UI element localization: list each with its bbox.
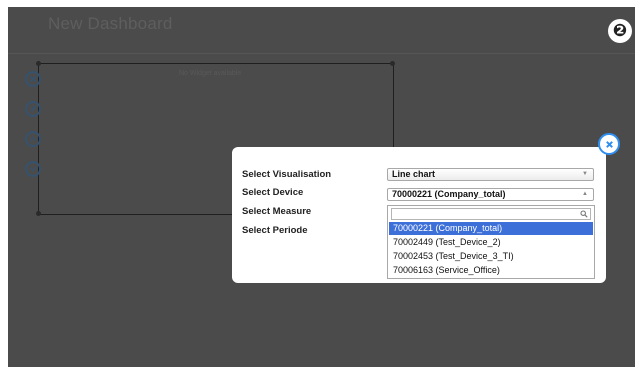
device-dropdown: 70000221 (Company_total) 70002449 (Test_… xyxy=(387,205,595,279)
visualisation-select[interactable]: Line chart ▼ xyxy=(387,168,594,181)
device-option[interactable]: 70002449 (Test_Device_2) xyxy=(389,236,593,249)
title-divider xyxy=(8,53,635,54)
close-icon xyxy=(30,76,36,82)
page-title: New Dashboard xyxy=(48,14,173,33)
device-option[interactable]: 70002453 (Test_Device_3_TI) xyxy=(389,250,593,263)
remove-widget-button[interactable] xyxy=(25,71,41,87)
visualisation-value: Line chart xyxy=(392,169,436,179)
widget-placeholder-text: No Widget available xyxy=(179,70,242,77)
close-icon xyxy=(605,140,613,148)
device-value: 70000221 (Company_total) xyxy=(392,189,506,199)
device-select[interactable]: 70000221 (Company_total) ▲ xyxy=(387,188,594,201)
step-number-badge: ❷ xyxy=(608,19,632,43)
periode-label: Select Periode xyxy=(242,225,308,236)
measure-label: Select Measure xyxy=(242,206,312,217)
move-up-button[interactable] xyxy=(25,131,41,147)
device-option[interactable]: 70000221 (Company_total) xyxy=(389,222,593,235)
visualisation-label: Select Visualisation xyxy=(242,169,332,180)
edit-widget-button[interactable] xyxy=(25,101,41,117)
device-option[interactable]: 70006163 (Service_Office) xyxy=(389,264,593,277)
move-down-button[interactable] xyxy=(25,161,41,177)
widget-resize-handle[interactable] xyxy=(390,61,395,66)
widget-settings-dialog: Select Visualisation Line chart ▼ Select… xyxy=(232,147,606,283)
chevron-down-icon xyxy=(30,167,36,172)
widget-resize-handle[interactable] xyxy=(36,61,41,66)
chevron-down-icon: ▼ xyxy=(582,171,588,177)
close-dialog-button[interactable] xyxy=(598,133,620,155)
device-label: Select Device xyxy=(242,187,304,198)
chevron-up-icon: ▲ xyxy=(582,191,588,197)
chevron-up-icon xyxy=(30,136,36,141)
widget-resize-handle[interactable] xyxy=(36,211,41,216)
pencil-icon xyxy=(30,105,37,112)
device-search-input[interactable] xyxy=(391,208,591,220)
search-icon xyxy=(580,210,588,218)
